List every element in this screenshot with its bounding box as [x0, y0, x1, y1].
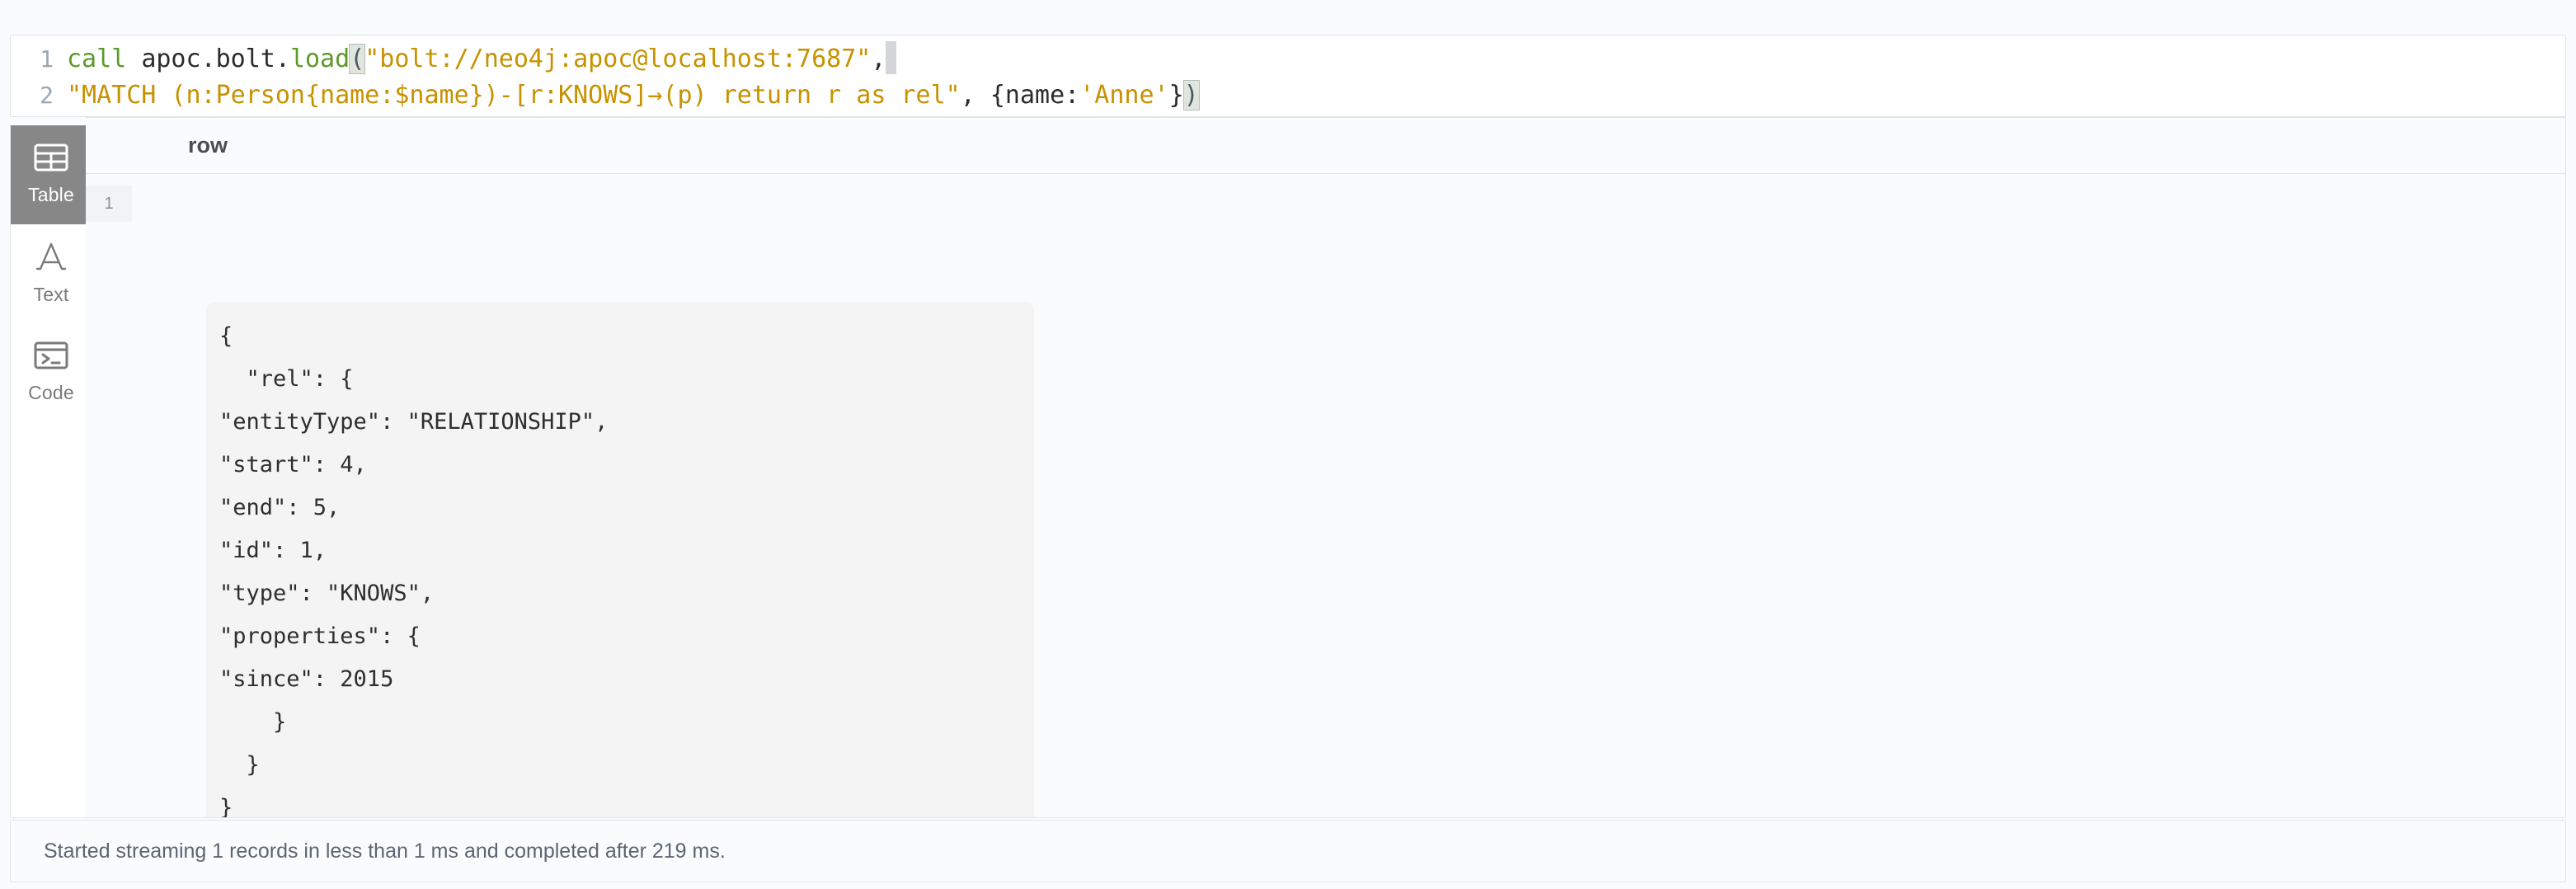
column-header-row: row	[188, 133, 228, 158]
sidebar-item-label: Code	[28, 382, 74, 403]
token-dot: .	[275, 45, 290, 73]
token-matching-paren: (	[349, 44, 366, 74]
row-index: 1	[86, 186, 132, 222]
text-a-icon	[34, 242, 68, 275]
token-matching-paren: )	[1182, 80, 1200, 111]
token-param-key: name	[1004, 81, 1065, 110]
token-identifier: apoc	[141, 45, 201, 73]
token-comma: ,	[960, 81, 990, 110]
json-line: "end": 5,	[219, 495, 341, 520]
json-line: "type": "KNOWS",	[219, 581, 435, 606]
json-line: {	[219, 323, 233, 349]
json-line: }	[219, 795, 233, 818]
token-comma: ,	[871, 45, 886, 73]
query-editor[interactable]: 1 call apoc.bolt.load("bolt://neo4j:apoc…	[10, 35, 2566, 117]
status-message: Started streaming 1 records in less than…	[44, 839, 726, 863]
text-cursor	[886, 41, 897, 74]
sidebar-item-code[interactable]: Code	[11, 323, 92, 422]
token-keyword: call	[67, 45, 142, 73]
line-number: 2	[40, 82, 54, 109]
token-dot: .	[200, 45, 216, 73]
line-number: 1	[40, 45, 54, 73]
json-line: }	[219, 709, 287, 735]
editor-lines: 1 call apoc.bolt.load("bolt://neo4j:apoc…	[11, 35, 2565, 114]
json-line: "rel": {	[219, 366, 354, 392]
code-line-content[interactable]: call apoc.bolt.load("bolt://neo4j:apoc@l…	[67, 41, 2565, 78]
sidebar-item-label: Text	[33, 284, 69, 305]
sidebar-item-text[interactable]: Text	[11, 224, 92, 323]
table-icon	[34, 143, 68, 176]
json-line: "entityType": "RELATIONSHIP",	[219, 409, 609, 435]
json-line: "properties": {	[219, 623, 421, 649]
sidebar-item-label: Table	[28, 184, 74, 205]
sidebar-item-table[interactable]: Table	[11, 125, 92, 224]
token-identifier: bolt	[215, 45, 275, 73]
token-brace-open: {	[990, 81, 1005, 110]
json-line: "start": 4,	[219, 452, 367, 477]
results-panel: row 1 { "rel": { "entityType": "RELATION…	[86, 117, 2566, 818]
token-function: load	[289, 45, 350, 73]
terminal-icon	[34, 341, 68, 374]
code-line: 1 call apoc.bolt.load("bolt://neo4j:apoc…	[11, 41, 2565, 78]
results-table-body: 1 { "rel": { "entityType": "RELATIONSHIP…	[86, 174, 2565, 817]
json-line: "id": 1,	[219, 538, 327, 563]
results-table-header: row	[86, 118, 2565, 174]
code-line-content[interactable]: "MATCH (n:Person{name:$name})-[r:KNOWS]→…	[67, 78, 2565, 114]
json-value-cell: { "rel": { "entityType": "RELATIONSHIP",…	[206, 302, 1034, 818]
token-colon: :	[1065, 81, 1080, 110]
token-string: 'Anne'	[1079, 81, 1169, 110]
token-brace-close: }	[1168, 81, 1184, 110]
result-view-rail: Table Text Code	[10, 125, 92, 818]
neo4j-result-frame: 1 call apoc.bolt.load("bolt://neo4j:apoc…	[0, 0, 2576, 889]
json-line: }	[219, 752, 260, 778]
code-line: 2 "MATCH (n:Person{name:$name})-[r:KNOWS…	[11, 78, 2565, 114]
json-line: "since": 2015	[219, 666, 394, 692]
status-bar: Started streaming 1 records in less than…	[10, 820, 2566, 882]
token-string: "MATCH (n:Person{name:$name})-[r:KNOWS]→…	[67, 81, 961, 110]
token-string: "bolt://neo4j:apoc@localhost:7687"	[364, 45, 872, 73]
